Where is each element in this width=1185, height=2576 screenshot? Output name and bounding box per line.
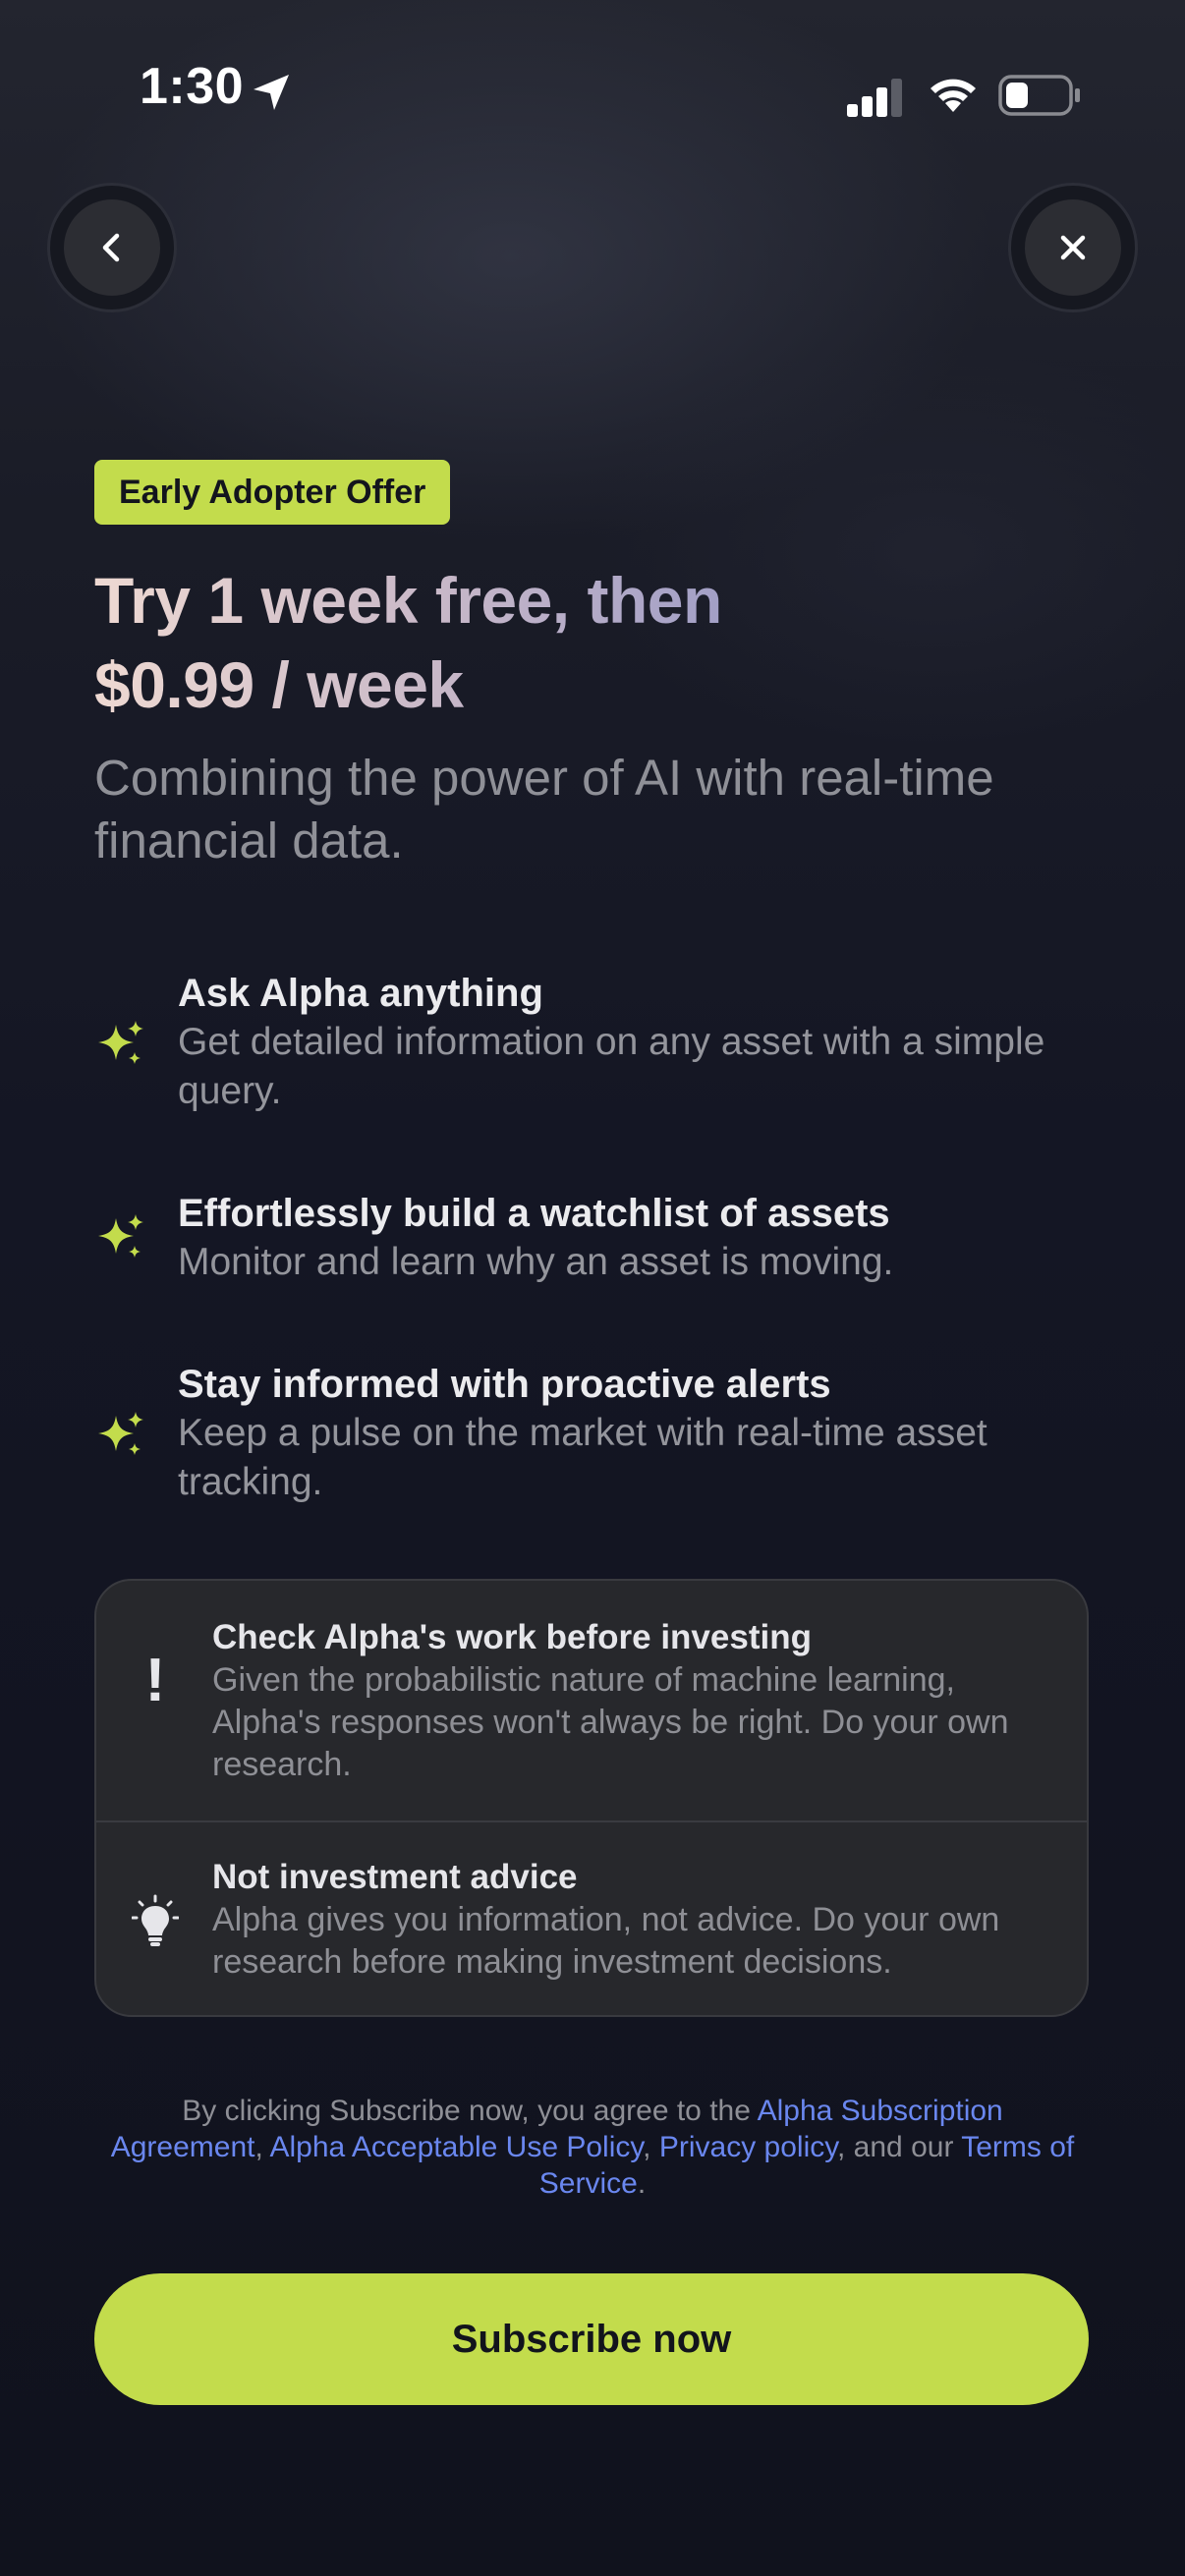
chevron-left-icon	[102, 233, 120, 262]
legal-separator: , and our	[837, 2131, 962, 2163]
legal-separator: ,	[643, 2131, 659, 2163]
paywall-screen: 1:30 Early Adopter Offer Try 1 week free…	[0, 0, 1185, 2576]
acceptable-use-policy-link[interactable]: Alpha Acceptable Use Policy	[270, 2131, 644, 2163]
disclaimer-card: ! Check Alpha's work before investing Gi…	[94, 1579, 1089, 2017]
disclaimer-title: Not investment advice	[212, 1858, 578, 1896]
offer-headline: Try 1 week free, then $0.99 / week	[94, 558, 1077, 727]
offer-subheadline: Combining the power of AI with real-time…	[94, 750, 994, 868]
legal-text: By clicking Subscribe now, you agree to …	[108, 2093, 1077, 2202]
subscribe-button[interactable]: Subscribe now	[94, 2273, 1089, 2405]
feature-description: Keep a pulse on the market with real-tim…	[178, 1412, 988, 1503]
subscribe-button-label: Subscribe now	[451, 2317, 732, 2361]
back-button[interactable]	[47, 183, 177, 312]
legal-separator: ,	[254, 2131, 270, 2163]
lightbulb-icon	[126, 1891, 185, 1950]
feature-description: Get detailed information on any asset wi…	[178, 1021, 1045, 1112]
close-button[interactable]	[1008, 183, 1138, 312]
legal-prefix: By clicking Subscribe now, you agree to …	[182, 2095, 758, 2127]
sparkles-icon	[98, 1412, 143, 1455]
feature-title: Ask Alpha anything	[178, 972, 543, 1015]
battery-icon	[998, 75, 1080, 116]
feature-description: Monitor and learn why an asset is moving…	[178, 1241, 894, 1283]
headline-line-1: Try 1 week free, then	[94, 564, 722, 637]
status-time: 1:30	[140, 58, 245, 115]
disclaimer-title: Check Alpha's work before investing	[212, 1618, 812, 1656]
sparkles-icon	[98, 1214, 143, 1258]
feature-title: Effortlessly build a watchlist of assets	[178, 1192, 890, 1235]
early-adopter-badge: Early Adopter Offer	[94, 460, 451, 525]
privacy-policy-link[interactable]: Privacy policy	[659, 2131, 837, 2163]
exclamation-icon: !	[144, 1647, 166, 1714]
sparkles-icon	[98, 1021, 143, 1064]
card-divider	[96, 1820, 1087, 1822]
cellular-signal-icon	[847, 79, 902, 117]
legal-suffix: .	[637, 2167, 647, 2200]
close-icon	[1060, 235, 1086, 260]
wifi-icon	[931, 79, 976, 112]
disclaimer-description: Alpha gives you information, not advice.…	[212, 1901, 1000, 1981]
feature-title: Stay informed with proactive alerts	[178, 1363, 831, 1406]
location-arrow-icon	[254, 75, 289, 110]
disclaimer-description: Given the probabilistic nature of machin…	[212, 1661, 1009, 1783]
headline-line-2: $0.99 / week	[94, 648, 464, 721]
